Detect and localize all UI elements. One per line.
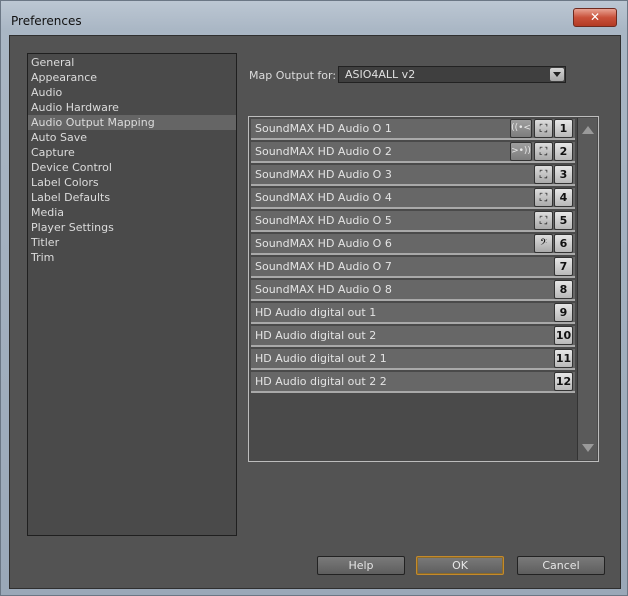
category-item-trim[interactable]: Trim (28, 250, 236, 265)
dialog-body: General Appearance Audio Audio Hardware Audi… (9, 35, 621, 589)
channel-label: SoundMAX HD Audio O 6 (255, 237, 392, 250)
channel-row[interactable]: HD Audio digital out 2 2 12 (251, 372, 575, 393)
channel-label: SoundMAX HD Audio O 7 (255, 260, 392, 273)
channel-label: HD Audio digital out 1 (255, 306, 377, 319)
channel-number-badge[interactable]: 8 (554, 280, 573, 299)
channel-list: SoundMAX HD Audio O 1 ((•< ⛶ 1 SoundMAX HD A… (251, 119, 575, 395)
channel-number-badge[interactable]: 12 (554, 372, 573, 391)
cancel-button[interactable]: Cancel (517, 556, 605, 575)
category-item-auto-save[interactable]: Auto Save (28, 130, 236, 145)
speaker-icon[interactable]: ⛶ (534, 188, 553, 207)
close-button[interactable]: ✕ (573, 8, 617, 27)
preferences-window: Preferences ✕ General Appearance Audio Audi… (0, 0, 628, 596)
channel-number-badge[interactable]: 1 (554, 119, 573, 138)
category-item-audio-hardware[interactable]: Audio Hardware (28, 100, 236, 115)
channel-number-badge[interactable]: 5 (554, 211, 573, 230)
channel-number-badge[interactable]: 2 (554, 142, 573, 161)
chevron-down-icon[interactable] (550, 68, 564, 81)
channel-number-badge[interactable]: 6 (554, 234, 573, 253)
channel-label: HD Audio digital out 2 (255, 329, 377, 342)
channel-label: SoundMAX HD Audio O 8 (255, 283, 392, 296)
category-item-audio[interactable]: Audio (28, 85, 236, 100)
channel-row[interactable]: HD Audio digital out 2 1 11 (251, 349, 575, 370)
channel-label: SoundMAX HD Audio O 3 (255, 168, 392, 181)
category-item-general[interactable]: General (28, 55, 236, 70)
help-button[interactable]: Help (317, 556, 405, 575)
channel-number-badge[interactable]: 7 (554, 257, 573, 276)
close-icon: ✕ (589, 10, 601, 24)
window-title: Preferences (11, 14, 82, 28)
category-item-media[interactable]: Media (28, 205, 236, 220)
map-output-value: ASIO4ALL v2 (345, 68, 416, 81)
channel-row[interactable]: HD Audio digital out 2 10 (251, 326, 575, 347)
category-item-player-settings[interactable]: Player Settings (28, 220, 236, 235)
speaker-icon[interactable]: ⛶ (534, 142, 553, 161)
category-item-device-control[interactable]: Device Control (28, 160, 236, 175)
category-item-label-defaults[interactable]: Label Defaults (28, 190, 236, 205)
channel-row[interactable]: SoundMAX HD Audio O 4 ⛶ 4 (251, 188, 575, 209)
category-item-label-colors[interactable]: Label Colors (28, 175, 236, 190)
title-bar[interactable]: Preferences ✕ (1, 1, 628, 35)
category-item-audio-output-mapping[interactable]: Audio Output Mapping (28, 115, 236, 130)
channel-row[interactable]: SoundMAX HD Audio O 5 ⛶ 5 (251, 211, 575, 232)
channel-mapping-panel: SoundMAX HD Audio O 1 ((•< ⛶ 1 SoundMAX HD A… (248, 116, 599, 462)
channel-number-badge[interactable]: 9 (554, 303, 573, 322)
channel-row[interactable]: SoundMAX HD Audio O 7 7 (251, 257, 575, 278)
channel-label: SoundMAX HD Audio O 2 (255, 145, 392, 158)
channel-row[interactable]: SoundMAX HD Audio O 6 𝄢 6 (251, 234, 575, 255)
speaker-icon[interactable]: ⛶ (534, 119, 553, 138)
stereo-left-icon[interactable]: ((•< (510, 119, 532, 138)
scroll-up-icon[interactable] (582, 126, 594, 134)
category-item-titler[interactable]: Titler (28, 235, 236, 250)
ok-button[interactable]: OK (416, 556, 504, 575)
channel-number-badge[interactable]: 10 (554, 326, 573, 345)
category-item-capture[interactable]: Capture (28, 145, 236, 160)
channel-number-badge[interactable]: 4 (554, 188, 573, 207)
channel-row[interactable]: SoundMAX HD Audio O 8 8 (251, 280, 575, 301)
speaker-icon[interactable]: ⛶ (534, 165, 553, 184)
category-list[interactable]: General Appearance Audio Audio Hardware Audi… (27, 53, 237, 536)
vertical-scrollbar[interactable] (577, 118, 597, 460)
category-item-appearance[interactable]: Appearance (28, 70, 236, 85)
channel-row[interactable]: SoundMAX HD Audio O 3 ⛶ 3 (251, 165, 575, 186)
channel-label: SoundMAX HD Audio O 4 (255, 191, 392, 204)
map-output-label: Map Output for: (249, 69, 337, 82)
channel-label: HD Audio digital out 2 1 (255, 352, 387, 365)
channel-row[interactable]: SoundMAX HD Audio O 1 ((•< ⛶ 1 (251, 119, 575, 140)
bass-clef-icon[interactable]: 𝄢 (534, 234, 553, 253)
channel-label: HD Audio digital out 2 2 (255, 375, 387, 388)
center-speaker-icon[interactable]: ⛶ (534, 211, 553, 230)
channel-number-badge[interactable]: 11 (554, 349, 573, 368)
stereo-right-icon[interactable]: >•)) (510, 142, 532, 161)
channel-number-badge[interactable]: 3 (554, 165, 573, 184)
channel-label: SoundMAX HD Audio O 5 (255, 214, 392, 227)
scroll-down-icon[interactable] (582, 444, 594, 452)
channel-label: SoundMAX HD Audio O 1 (255, 122, 392, 135)
map-output-dropdown[interactable]: ASIO4ALL v2 (338, 66, 566, 83)
channel-row[interactable]: HD Audio digital out 1 9 (251, 303, 575, 324)
channel-row[interactable]: SoundMAX HD Audio O 2 >•)) ⛶ 2 (251, 142, 575, 163)
